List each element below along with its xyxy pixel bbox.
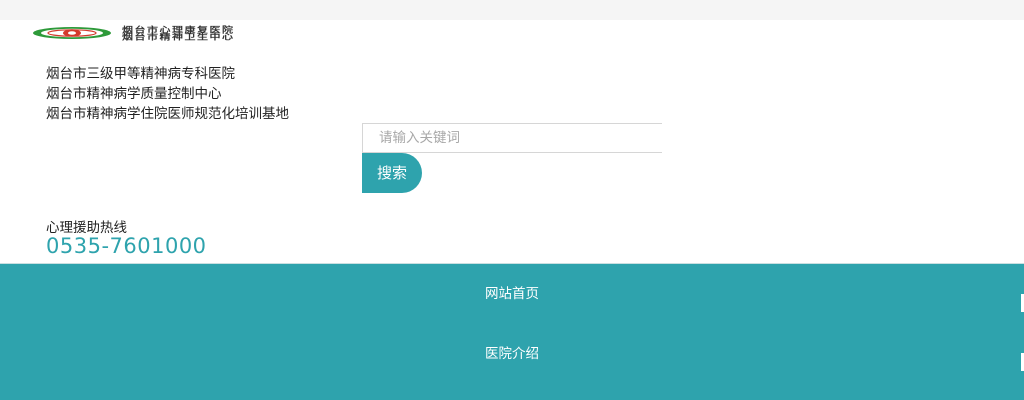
hospital-emblem-icon (33, 27, 111, 39)
search-input[interactable] (362, 123, 662, 153)
intro-line: 烟台市精神病学质量控制中心 (46, 86, 222, 102)
hotline-label: 心理援助热线 (46, 220, 127, 236)
intro-line: 烟台市三级甲等精神病专科医院 (46, 66, 235, 82)
logo-text: 烟台市心理康复医院 烟台市精神卫生中心 (122, 24, 340, 44)
hospital-intro: 烟台市三级甲等精神病专科医院 烟台市精神病学质量控制中心 烟台市精神病学住院医师… (46, 64, 289, 124)
search-button[interactable]: 搜索 (362, 153, 422, 193)
top-bar (0, 0, 1024, 20)
hospital-logo[interactable]: 烟台市心理康复医院 烟台市精神卫生中心 (30, 24, 340, 44)
main-nav: 网站首页 医院介绍 (0, 263, 1024, 400)
nav-item-home[interactable]: 网站首页 (0, 284, 1024, 304)
hotline-number: 0535-7601000 (46, 234, 207, 258)
logo-text-line2: 烟台市精神卫生中心 (122, 32, 235, 42)
nav-item-about[interactable]: 医院介绍 (0, 344, 1024, 364)
intro-line: 烟台市精神病学住院医师规范化培训基地 (46, 106, 289, 122)
